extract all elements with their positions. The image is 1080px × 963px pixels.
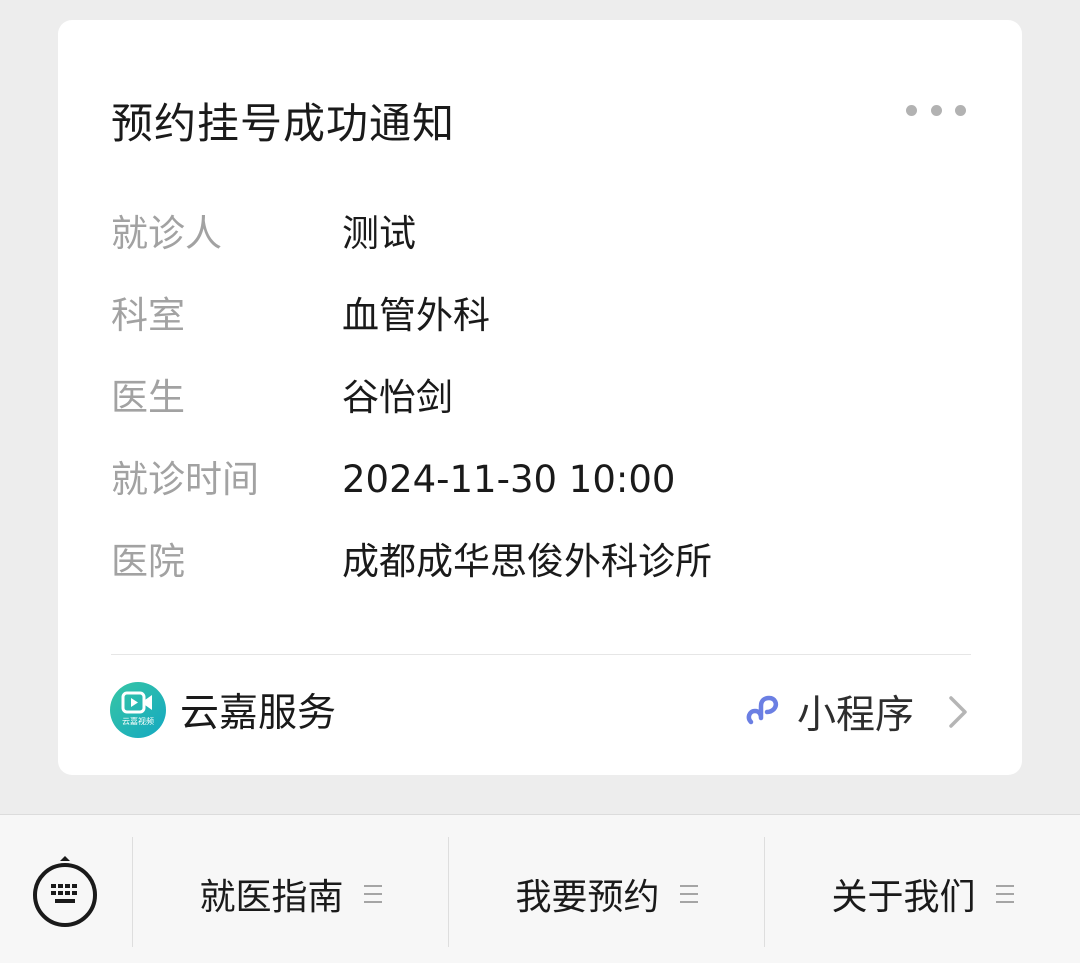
card-title: 预约挂号成功通知 xyxy=(111,99,456,148)
card-footer: 云嘉视频 云嘉服务 小程序 xyxy=(110,682,970,746)
more-options-button[interactable] xyxy=(906,98,966,122)
field-label: 就诊人 xyxy=(111,212,222,255)
chevron-glyph xyxy=(949,696,967,728)
field-row-time: 就诊时间 2024-11-30 10:00 xyxy=(111,452,971,534)
menu-item-label: 我要预约 xyxy=(515,877,660,918)
brand-name: 云嘉服务 xyxy=(180,691,337,736)
mini-program-link-icon xyxy=(741,690,785,734)
hamburger-menu-icon xyxy=(679,885,698,903)
mini-program-label: 小程序 xyxy=(796,693,914,738)
notification-card[interactable]: 预约挂号成功通知 就诊人 测试 科室 血管外科 医生 谷怡剑 就诊时间 2024… xyxy=(58,20,1022,775)
field-row-department: 科室 血管外科 xyxy=(111,288,971,370)
field-value: 测试 xyxy=(342,212,416,255)
mini-program-link[interactable]: 小程序 xyxy=(741,682,970,742)
keyboard-toggle-button[interactable] xyxy=(32,855,98,927)
more-dots-icon xyxy=(906,104,917,116)
menu-item-guide[interactable]: 就医指南 xyxy=(133,839,448,949)
field-row-patient: 就诊人 测试 xyxy=(111,206,971,288)
hamburger-menu-icon xyxy=(363,885,382,903)
video-camera-icon: 云嘉视频 xyxy=(110,682,166,738)
field-value: 谷怡剑 xyxy=(342,376,453,419)
menu-item-about[interactable]: 关于我们 xyxy=(765,839,1080,949)
more-dot xyxy=(930,104,942,116)
keyboard-icon xyxy=(33,856,97,927)
field-value: 2024-11-30 10:00 xyxy=(342,458,676,501)
brand-logo-text: 云嘉视频 xyxy=(122,717,154,726)
field-label: 医院 xyxy=(111,540,185,583)
field-label: 科室 xyxy=(111,294,185,337)
field-row-doctor: 医生 谷怡剑 xyxy=(111,370,971,452)
field-value: 血管外科 xyxy=(342,294,490,337)
card-divider xyxy=(111,654,971,655)
chevron-right-icon xyxy=(946,692,970,732)
field-row-hospital: 医院 成都成华思俊外科诊所 xyxy=(111,534,971,616)
field-label: 就诊时间 xyxy=(111,458,259,501)
video-camera-glyph xyxy=(121,691,152,714)
menu-item-label: 关于我们 xyxy=(831,877,976,918)
field-value: 成都成华思俊外科诊所 xyxy=(342,540,712,583)
menu-item-appointment[interactable]: 我要预约 xyxy=(449,839,764,949)
brand-service[interactable]: 云嘉视频 云嘉服务 xyxy=(110,682,336,738)
hamburger-menu-icon xyxy=(995,885,1014,903)
field-label: 医生 xyxy=(111,376,185,419)
more-dot xyxy=(955,104,966,116)
bottom-menu-bar: 就医指南 我要预约 关于我们 xyxy=(0,814,1080,963)
mini-program-glyph xyxy=(746,695,778,725)
menu-item-label: 就医指南 xyxy=(199,877,344,918)
info-fields: 就诊人 测试 科室 血管外科 医生 谷怡剑 就诊时间 2024-11-30 10… xyxy=(111,206,971,616)
